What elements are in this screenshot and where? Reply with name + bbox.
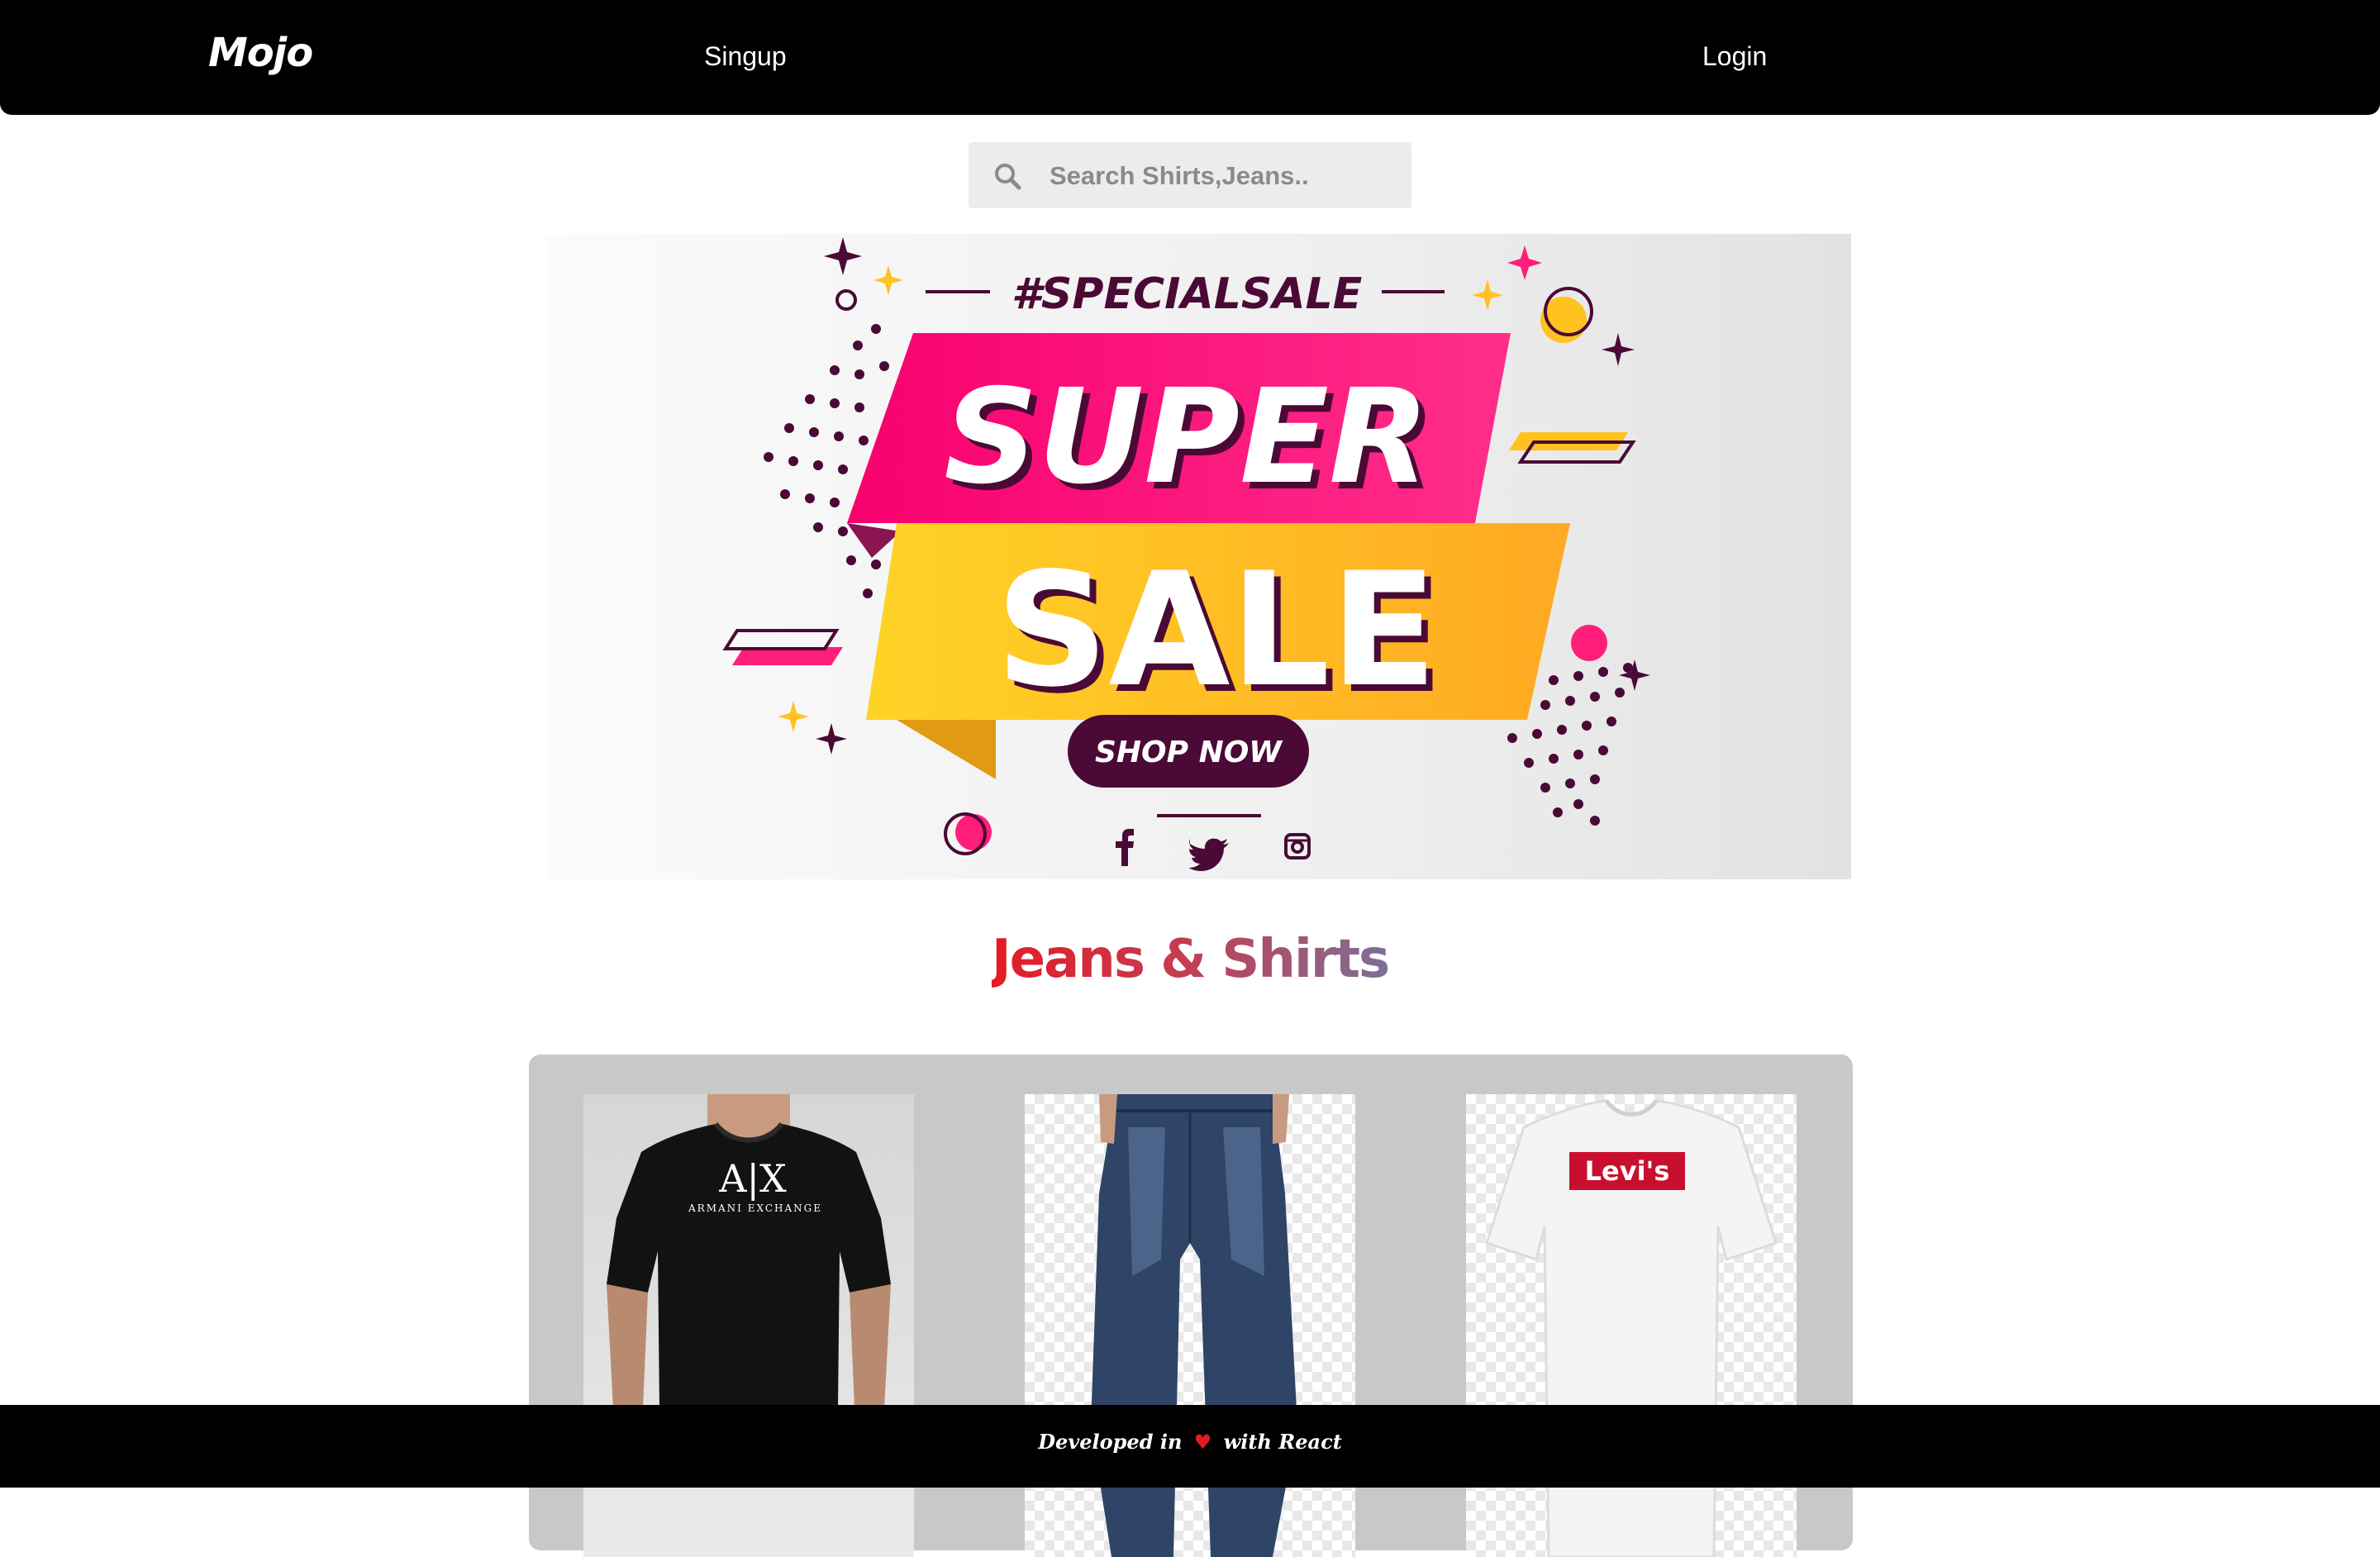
footer-text-after: with React [1223,1430,1342,1454]
banner-sale-text: SALE [996,539,1438,721]
section-title-text: Jeans & Shirts [991,929,1390,990]
login-link[interactable]: Login [1702,41,1767,72]
product-card-jeans[interactable] [1025,1094,1355,1557]
search-icon [995,164,1021,190]
sale-banner-graphic: #SPECIALSALE SUPER SUPER SALE SALE SHOP … [722,237,1650,871]
instagram-icon[interactable] [1284,833,1311,859]
heart-icon: ♥ [1193,1430,1212,1454]
banner-hashtag: #SPECIALSALE [1011,269,1363,319]
white-tshirt-image: Levi's [1485,1099,1778,1557]
signup-link[interactable]: Singup [704,41,787,72]
black-tshirt-image: A|X ARMANI EXCHANGE [607,1094,891,1408]
banner-super-text: SUPER [944,361,1430,513]
product-card-levis-tshirt[interactable]: Levi's [1466,1094,1797,1557]
shop-now-button[interactable]: SHOP NOW [1068,715,1309,788]
product-card-armani-tshirt[interactable]: A|X ARMANI EXCHANGE [583,1094,914,1557]
shop-now-label: SHOP NOW [1095,736,1283,769]
footer-text-before: Developed in [1038,1430,1183,1454]
section-title: Jeans & Shirts [0,929,2380,990]
blue-jeans-image [1091,1094,1297,1557]
brand-logo[interactable]: Mojo [208,30,313,76]
levis-logo-text: Levi's [1585,1155,1670,1187]
ax-logo-text: A|X [718,1156,787,1201]
footer: Developed in ♥ with React [0,1405,2380,1488]
top-navbar: Mojo Singup Login [0,0,2380,115]
search-bar [969,142,1411,210]
twitter-icon[interactable] [1188,838,1229,871]
footer-credit: Developed in ♥ with React [0,1430,2380,1454]
special-sale-banner[interactable]: #SPECIALSALE SUPER SUPER SALE SALE SHOP … [545,234,1851,879]
facebook-icon[interactable] [1116,829,1134,866]
armani-exchange-text: ARMANI EXCHANGE [688,1202,822,1214]
search-input[interactable] [1048,142,1398,210]
